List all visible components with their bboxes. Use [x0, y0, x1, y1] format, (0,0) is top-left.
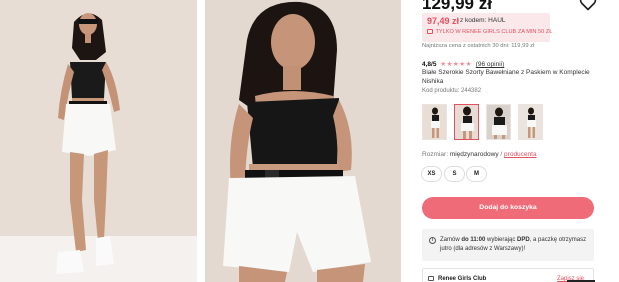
promo-code: z kodem: HAUL	[460, 17, 506, 24]
delivery-deadline: do 11:00	[461, 237, 486, 243]
rating-score: 4,8/5	[422, 61, 437, 68]
delivery-text-part: wybierając	[485, 237, 518, 243]
delivery-carrier: DPD	[517, 237, 530, 243]
thumbnail-1[interactable]	[422, 104, 447, 140]
thumbnail-2[interactable]	[454, 104, 479, 140]
delivery-text-part: Zamów	[440, 237, 462, 243]
thumbnail-3[interactable]	[486, 104, 511, 140]
promo-price: 97,49 zł	[427, 16, 460, 26]
info-icon: i	[429, 237, 436, 244]
delivery-text: Zamów do 11:00 wybierając DPD, a paczkę …	[440, 236, 592, 253]
size-separator: /	[500, 151, 503, 158]
thumbnail-1-image	[423, 105, 446, 139]
product-photo-full-length[interactable]	[0, 0, 197, 282]
delivery-info: i Zamów do 11:00 wybierając DPD, a paczk…	[422, 229, 594, 261]
size-label: Rozmiar:	[422, 151, 449, 158]
thumbnail-3-image	[487, 105, 510, 139]
product-price: 129,99 zł	[422, 0, 492, 13]
size-option-xs[interactable]: XS	[421, 166, 442, 182]
ticket-icon	[428, 276, 434, 281]
promo-club-text: TYLKO W RENEE GIRLS CLUB ZA MIN 50 ZŁ	[435, 29, 553, 35]
model-closeup-image	[205, 0, 401, 282]
heart-icon[interactable]	[578, 0, 598, 12]
add-to-cart-button[interactable]: Dodaj do koszyka	[422, 197, 594, 219]
model-full-length-image	[0, 0, 197, 282]
size-selector-label: Rozmiar: międzynarodowy / producenta	[422, 151, 537, 158]
thumbnail-4-image	[519, 105, 542, 139]
product-code: Kod produktu: 244382	[422, 88, 482, 94]
ticket-icon	[427, 29, 433, 34]
size-option-m[interactable]: M	[466, 166, 487, 182]
size-option-s[interactable]: S	[444, 166, 465, 182]
size-system-manufacturer[interactable]: producenta	[504, 151, 537, 158]
promo-club-note: TYLKO W RENEE GIRLS CLUB ZA MIN 50 ZŁ	[427, 29, 552, 35]
size-system-international[interactable]: międzynarodowy	[450, 151, 499, 158]
product-details-panel: 129,99 zł 97,49 zł z kodem: HAUL TYLKO W…	[420, 0, 619, 282]
product-photo-closeup[interactable]	[205, 0, 401, 282]
rating-stars: ★★★★★	[440, 61, 472, 68]
thumbnail-2-image	[455, 105, 478, 139]
product-name: Białe Szerokie Szorty Bawełniane z Paski…	[422, 69, 590, 85]
lowest-price-note: Najniższa cena z ostatnich 30 dni: 119,9…	[422, 43, 535, 49]
thumbnail-strip	[422, 104, 546, 141]
promo-box: 97,49 zł z kodem: HAUL TYLKO W RENEE GIR…	[422, 13, 552, 42]
thumbnail-4[interactable]	[518, 104, 543, 140]
rating: 4,8/5 ★★★★★ (96 opinii)	[422, 60, 504, 68]
reviews-link[interactable]: (96 opinii)	[476, 61, 505, 68]
club-title: Renee Girls Club	[438, 276, 487, 282]
club-box: Renee Girls Club Zapisz się	[422, 268, 595, 282]
